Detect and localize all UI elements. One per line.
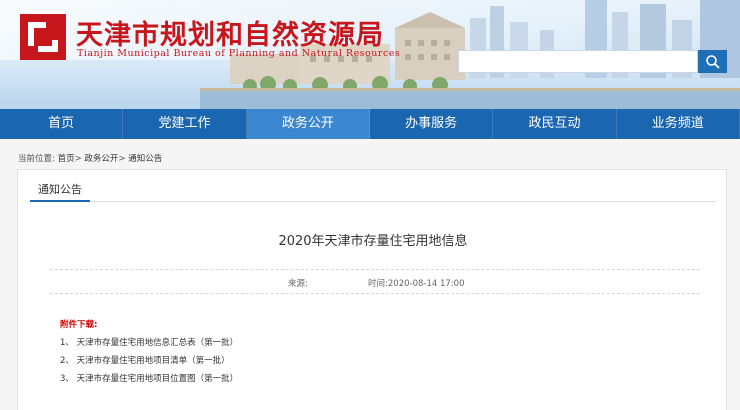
breadcrumb-government-affairs[interactable]: 政务公开: [84, 154, 118, 164]
divider: [50, 269, 700, 270]
nav-item-interaction[interactable]: 政民互动: [493, 109, 617, 139]
search-icon: [706, 55, 720, 69]
time-label: 时间:: [368, 279, 388, 289]
search-button[interactable]: [698, 50, 727, 73]
attachment-link[interactable]: 2、 天津市存量住宅用地项目清单（第一批）: [60, 352, 238, 370]
header-banner: 天津市规划和自然资源局 Tianjin Municipal Bureau of …: [0, 0, 740, 109]
article-time: 时间:2020-08-14 17:00: [368, 277, 464, 289]
tab-notices[interactable]: 通知公告: [30, 180, 90, 202]
nav-item-party-building[interactable]: 党建工作: [123, 109, 247, 139]
time-value: 2020-08-14 17:00: [387, 279, 465, 289]
nav-item-government-affairs[interactable]: 政务公开: [246, 109, 370, 139]
site-title: 天津市规划和自然资源局: [76, 20, 384, 51]
nav-item-business-channel[interactable]: 业务频道: [617, 109, 740, 139]
attachments-list: 1、 天津市存量住宅用地信息汇总表（第一批） 2、 天津市存量住宅用地项目清单（…: [60, 334, 238, 388]
breadcrumb-separator: >: [118, 154, 126, 164]
site-subtitle: Tianjin Municipal Bureau of Planning and…: [77, 48, 401, 59]
breadcrumb: 当前位置: 首页> 政务公开> 通知公告: [18, 152, 162, 164]
content-panel: 通知公告 2020年天津市存量住宅用地信息 来源: 时间:2020-08-14 …: [17, 169, 727, 410]
divider: [50, 293, 700, 294]
section-tab-strip: 通知公告: [30, 176, 716, 202]
attachment-link[interactable]: 1、 天津市存量住宅用地信息汇总表（第一批）: [60, 334, 238, 352]
article-title: 2020年天津市存量住宅用地信息: [278, 234, 468, 249]
attachment-link[interactable]: 3、 天津市存量住宅用地项目位置图（第一批）: [60, 370, 238, 388]
article-source: 来源:: [288, 277, 308, 289]
source-label: 来源:: [288, 279, 308, 289]
breadcrumb-separator: >: [74, 154, 82, 164]
nav-item-services[interactable]: 办事服务: [370, 109, 494, 139]
attachments-heading: 附件下载:: [60, 320, 98, 330]
main-nav: 首页 党建工作 政务公开 办事服务 政民互动 业务频道: [0, 109, 740, 139]
search-input[interactable]: [458, 50, 698, 73]
breadcrumb-home[interactable]: 首页: [58, 154, 75, 164]
breadcrumb-notices[interactable]: 通知公告: [128, 154, 162, 164]
nav-item-home[interactable]: 首页: [0, 109, 124, 139]
breadcrumb-prefix: 当前位置:: [18, 154, 55, 164]
bureau-logo: [20, 14, 66, 60]
